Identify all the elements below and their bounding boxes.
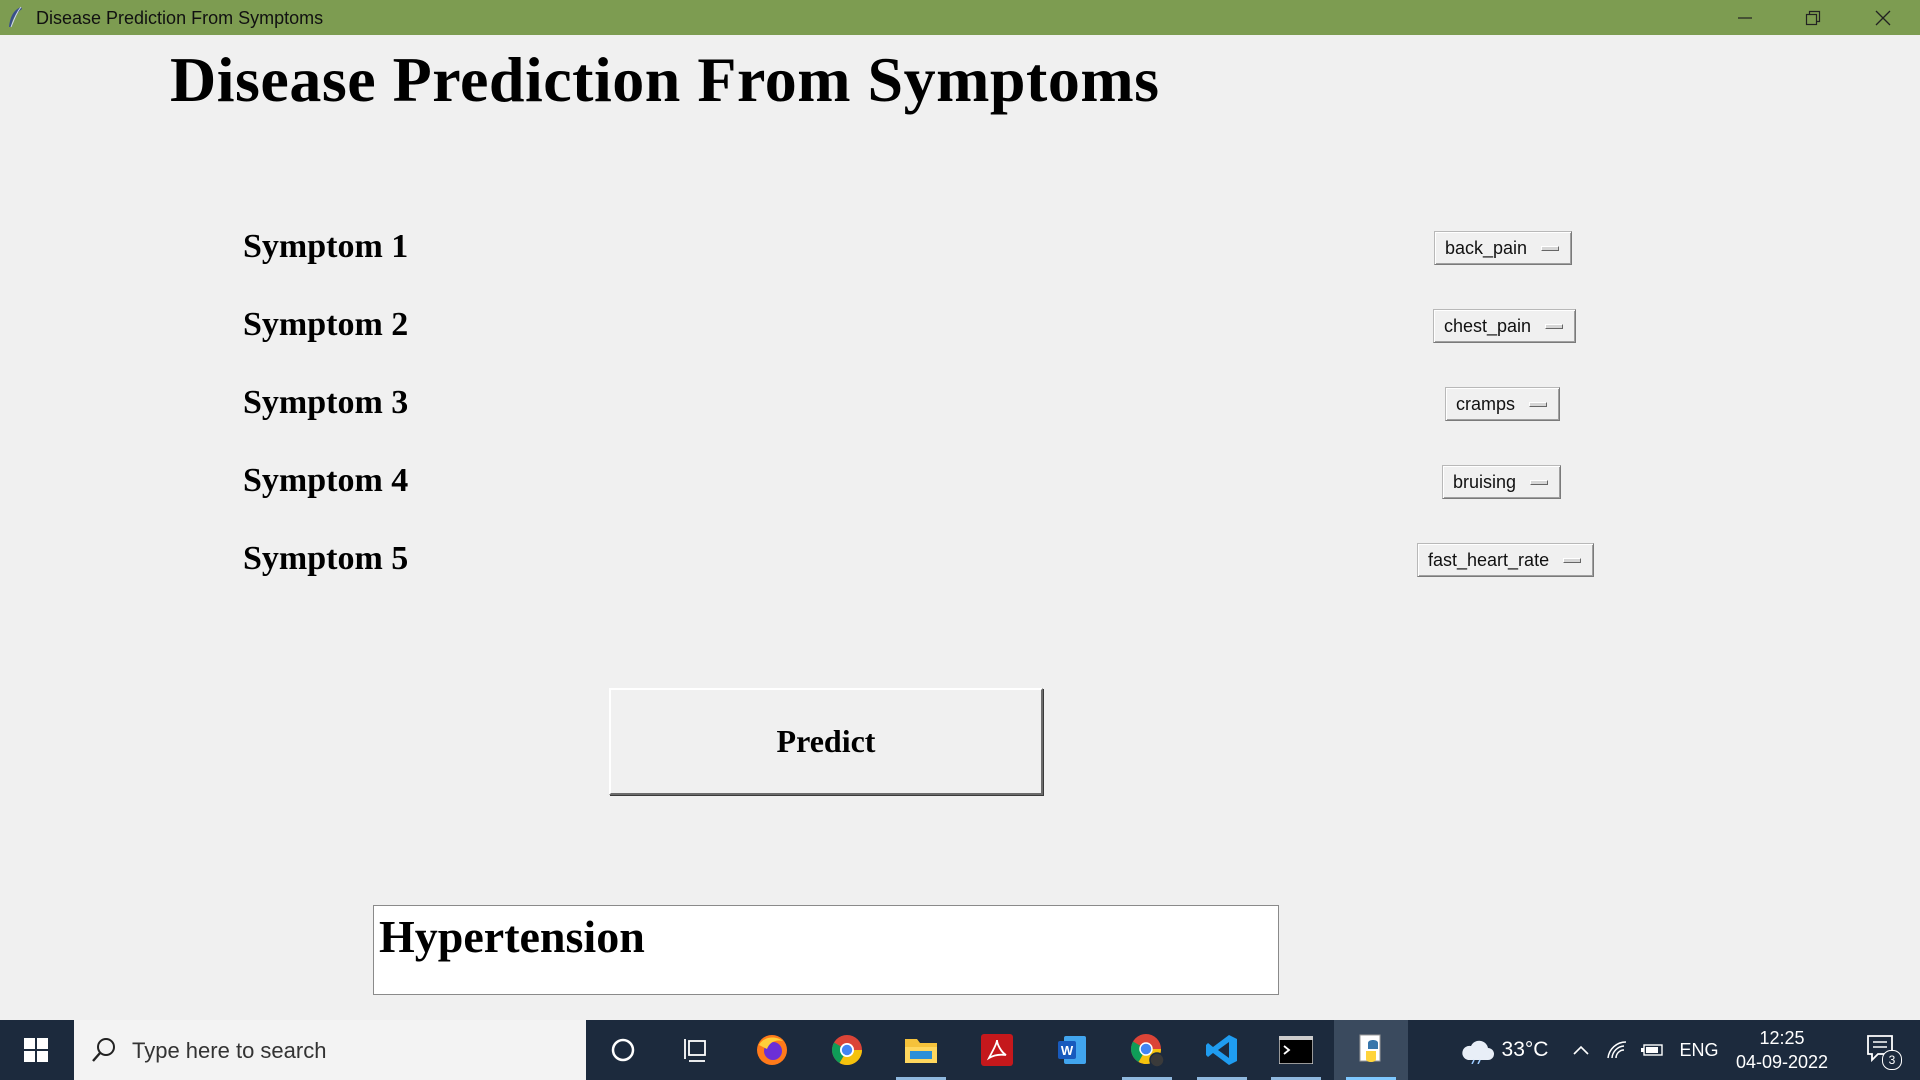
prediction-result-text: Hypertension xyxy=(379,911,645,962)
word-icon: W xyxy=(1058,1036,1086,1064)
notification-count-badge: 3 xyxy=(1882,1050,1902,1070)
window-title: Disease Prediction From Symptoms xyxy=(36,8,324,28)
chrome-icon xyxy=(831,1035,862,1066)
symptom-2-dropdown[interactable]: chest_pain xyxy=(1433,309,1577,343)
terminal-button[interactable] xyxy=(1259,1020,1333,1080)
weather-widget[interactable]: 33°C xyxy=(1448,1020,1560,1080)
app-content: Disease Prediction From Symptoms Symptom… xyxy=(0,35,1920,1020)
terminal-icon xyxy=(1279,1036,1313,1064)
close-button[interactable] xyxy=(1848,0,1918,35)
firefox-button[interactable] xyxy=(735,1020,809,1080)
windows-logo-icon xyxy=(24,1038,48,1062)
clock-date: 04-09-2022 xyxy=(1735,1052,1829,1072)
page-title: Disease Prediction From Symptoms xyxy=(170,44,1160,115)
chrome-profile-button[interactable] xyxy=(1110,1020,1184,1080)
symptom-1-value: back_pain xyxy=(1445,237,1528,258)
restore-icon xyxy=(1805,10,1821,26)
symptom-5-dropdown[interactable]: fast_heart_rate xyxy=(1417,543,1595,577)
dropdown-indicator-icon xyxy=(1529,401,1548,407)
acrobat-button[interactable] xyxy=(960,1020,1034,1080)
symptom-3-value: cramps xyxy=(1456,393,1516,414)
symptom-3-label: Symptom 3 xyxy=(243,384,409,421)
minimize-button[interactable] xyxy=(1710,0,1780,35)
symptom-2-label: Symptom 2 xyxy=(243,306,409,343)
python-icon xyxy=(1359,1034,1381,1062)
symptom-4-dropdown[interactable]: bruising xyxy=(1442,465,1562,499)
svg-text:W: W xyxy=(1061,1043,1074,1058)
language-indicator[interactable]: ENG xyxy=(1676,1020,1722,1080)
chevron-up-icon xyxy=(1573,1045,1589,1055)
restore-button[interactable] xyxy=(1778,0,1848,35)
close-icon xyxy=(1875,10,1891,26)
vscode-button[interactable] xyxy=(1185,1020,1259,1080)
symptom-4-label: Symptom 4 xyxy=(243,462,409,499)
task-view-icon xyxy=(684,1039,706,1062)
symptom-1-dropdown[interactable]: back_pain xyxy=(1434,231,1573,265)
file-explorer-button[interactable] xyxy=(884,1020,958,1080)
symptom-4-value: bruising xyxy=(1453,471,1517,492)
dropdown-indicator-icon xyxy=(1530,479,1549,485)
taskbar: Type here to search W 33°C ENG 12:25 04-… xyxy=(0,1020,1920,1080)
tk-feather-icon xyxy=(9,6,22,28)
notification-center-button[interactable]: 3 xyxy=(1850,1020,1920,1080)
chrome-button[interactable] xyxy=(810,1020,884,1080)
chrome-profile-icon xyxy=(1130,1034,1165,1068)
battery-icon xyxy=(1641,1044,1663,1056)
symptom-1-label: Symptom 1 xyxy=(243,228,409,265)
prediction-result-field: Hypertension xyxy=(373,905,1279,995)
symptom-5-value: fast_heart_rate xyxy=(1428,549,1550,570)
file-explorer-icon xyxy=(905,1039,937,1063)
symptom-2-value: chest_pain xyxy=(1444,315,1532,336)
minimize-icon xyxy=(1738,17,1752,19)
dropdown-indicator-icon xyxy=(1545,323,1564,329)
symptom-3-dropdown[interactable]: cramps xyxy=(1445,387,1561,421)
vscode-icon xyxy=(1206,1035,1237,1065)
window-titlebar: Disease Prediction From Symptoms xyxy=(0,0,1920,35)
task-view-button[interactable] xyxy=(660,1020,734,1080)
wifi-icon xyxy=(1607,1041,1627,1059)
word-button[interactable]: W xyxy=(1035,1020,1109,1080)
dropdown-indicator-icon xyxy=(1541,245,1560,251)
symptom-5-label: Symptom 5 xyxy=(243,540,409,577)
firefox-icon xyxy=(757,1035,787,1065)
dropdown-indicator-icon xyxy=(1563,557,1582,563)
predict-button[interactable]: Predict xyxy=(609,688,1043,795)
cloud-icon xyxy=(1461,1040,1494,1064)
taskbar-clock[interactable]: 12:25 04-09-2022 xyxy=(1732,1026,1832,1074)
show-hidden-icons-button[interactable] xyxy=(1566,1020,1596,1080)
python-tk-button[interactable] xyxy=(1334,1020,1408,1080)
search-icon xyxy=(92,1038,115,1062)
start-button[interactable] xyxy=(0,1020,72,1080)
search-placeholder: Type here to search xyxy=(132,1038,327,1063)
clock-time: 12:25 xyxy=(1759,1028,1805,1048)
network-button[interactable] xyxy=(1602,1020,1632,1080)
acrobat-icon xyxy=(981,1034,1013,1066)
cortana-button[interactable] xyxy=(586,1020,660,1080)
cortana-icon xyxy=(611,1038,635,1062)
battery-button[interactable] xyxy=(1638,1020,1668,1080)
taskbar-search-box[interactable]: Type here to search xyxy=(74,1020,586,1080)
weather-temperature: 33°C xyxy=(1501,1038,1549,1061)
